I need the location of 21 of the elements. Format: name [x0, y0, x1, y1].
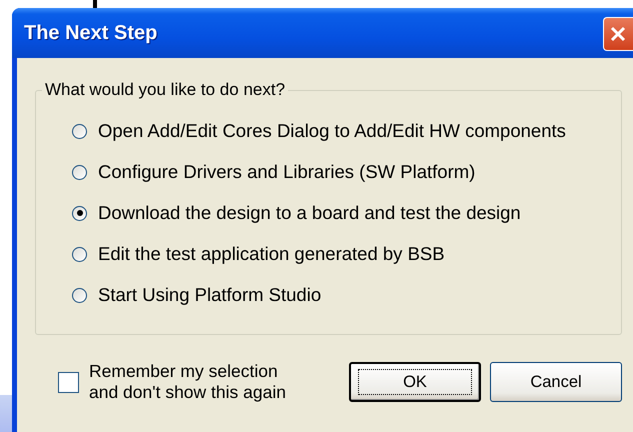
checkbox-label: Remember my selection and don't show this again	[89, 361, 287, 403]
close-icon	[608, 24, 628, 44]
option-label: Start Using Platform Studio	[98, 284, 322, 306]
ok-button[interactable]: OK	[349, 362, 481, 402]
window-title: The Next Step	[24, 22, 158, 44]
option-label: Edit the test application generated by BSB	[98, 243, 445, 265]
radio-button[interactable]	[72, 246, 87, 262]
option-label: Configure Drivers and Libraries (SW Platform)	[98, 161, 476, 183]
radio-button[interactable]	[72, 288, 87, 302]
cancel-button[interactable]: Cancel	[490, 362, 622, 402]
option-label: Download the design to a board and test the design	[98, 202, 521, 224]
radio-button[interactable]	[72, 164, 87, 180]
radio-option[interactable]: Configure Drivers and Libraries (SW Platform)	[72, 161, 621, 183]
radio-option[interactable]: Start Using Platform Studio	[72, 284, 621, 306]
close-button[interactable]	[603, 17, 633, 51]
group-legend: What would you like to do next?	[42, 80, 288, 100]
radio-option[interactable]: Edit the test application generated by BSB	[72, 243, 621, 265]
radio-button[interactable]	[72, 124, 87, 138]
radio-option[interactable]: Download the design to a board and test the design	[72, 202, 621, 224]
radio-button[interactable]	[72, 206, 87, 220]
checkbox[interactable]	[58, 372, 79, 392]
